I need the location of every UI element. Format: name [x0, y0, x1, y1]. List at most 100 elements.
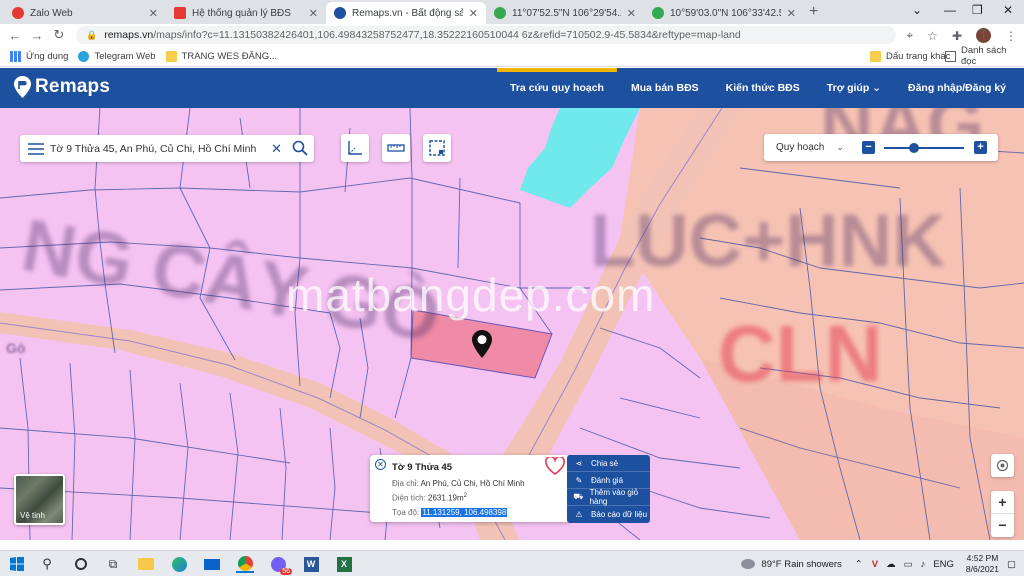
- tab-remaps[interactable]: Remaps.vn - Bất động sản thật ✕: [326, 2, 486, 24]
- windows-start-icon[interactable]: [8, 555, 26, 573]
- onedrive-icon[interactable]: ☁: [886, 559, 896, 570]
- minimize-icon[interactable]: —: [944, 3, 956, 17]
- tab-title: 10°59'03.0"N 106°33'42.5"E - Go: [670, 7, 781, 19]
- map-canvas[interactable]: NG CÂY GÒ LUC+HNK NAG CLN Gò matbangdep.…: [0, 108, 1024, 540]
- reading-list-icon: [945, 50, 956, 62]
- star-icon[interactable]: ☆: [927, 29, 938, 43]
- search-icon[interactable]: ⚲: [38, 555, 56, 573]
- measure-distance-button[interactable]: [382, 134, 410, 162]
- edge-icon[interactable]: [170, 555, 188, 573]
- word-icon[interactable]: W: [302, 555, 320, 573]
- bookmark-telegram[interactable]: Telegram Web: [78, 50, 156, 62]
- close-icon[interactable]: ✕: [375, 459, 386, 470]
- measure-area-button[interactable]: [423, 134, 451, 162]
- address-bar[interactable]: 🔒 remaps.vn/maps/info?c=11.1315038242640…: [76, 26, 896, 44]
- close-window-icon[interactable]: ✕: [1003, 3, 1013, 17]
- map-marker-icon[interactable]: [472, 330, 492, 358]
- chevron-down-icon[interactable]: ⌄: [836, 142, 844, 153]
- nav-label: Mua bán BĐS: [630, 82, 699, 94]
- forward-icon[interactable]: →: [26, 28, 48, 43]
- avatar[interactable]: T: [976, 28, 991, 43]
- network-icon[interactable]: ▭: [904, 559, 913, 570]
- tab-google-maps-1[interactable]: 11°07'52.5"N 106°29'54.2"E - Go ✕: [486, 2, 644, 24]
- opacity-slider-track[interactable]: [884, 147, 964, 149]
- tab-he-thong[interactable]: Hệ thống quản lý BĐS ✕: [166, 2, 326, 24]
- bookmark-label: TRANG WES ĐĂNG...: [181, 50, 278, 62]
- close-icon[interactable]: ✕: [149, 7, 158, 20]
- action-label: Báo cáo dữ liệu: [591, 510, 648, 519]
- report-data-button[interactable]: ⚠ Báo cáo dữ liệu: [567, 506, 650, 523]
- zoom-in-button[interactable]: +: [974, 141, 987, 154]
- mail-icon[interactable]: [203, 555, 221, 573]
- excel-icon[interactable]: X: [335, 555, 353, 573]
- share-button[interactable]: ⋖ Chia sẻ: [567, 455, 650, 472]
- add-to-cart-button[interactable]: ⛟ Thêm vào giỏ hàng: [567, 488, 650, 506]
- clear-search-icon[interactable]: ✕: [271, 141, 282, 157]
- browser-toolbar: ← → ↻ 🔒 remaps.vn/maps/info?c=11.1315038…: [0, 24, 1024, 46]
- extensions-icon[interactable]: ✚: [952, 29, 962, 43]
- map-pin-logo-icon: [14, 76, 31, 98]
- map-zoom-in-button[interactable]: +: [991, 491, 1014, 514]
- remaps-logo[interactable]: Remaps: [14, 76, 110, 98]
- bookmark-other[interactable]: Dấu trang khác: [870, 50, 951, 62]
- nav-tra-cuu-quy-hoach[interactable]: Tra cứu quy hoạch: [497, 68, 617, 108]
- tab-google-maps-2[interactable]: 10°59'03.0"N 106°33'42.5"E - Go ✕: [644, 2, 804, 24]
- opacity-slider-handle[interactable]: [909, 143, 919, 153]
- telegram-icon: [78, 50, 90, 62]
- cortana-icon[interactable]: [72, 555, 90, 573]
- vietkey-icon[interactable]: V: [872, 559, 878, 570]
- task-view-icon[interactable]: ⧉: [104, 555, 122, 573]
- restore-icon[interactable]: ❐: [972, 3, 983, 17]
- chrome-icon[interactable]: [236, 555, 254, 573]
- measure-axis-button[interactable]: [341, 134, 369, 162]
- chevron-up-icon[interactable]: ⌃: [855, 559, 863, 570]
- viber-icon[interactable]: 56: [269, 555, 292, 575]
- tab-search-icon[interactable]: ⌄: [912, 3, 922, 17]
- hamburger-menu-icon[interactable]: [28, 142, 44, 155]
- nav-tro-giup[interactable]: Trợ giúp ⌄: [827, 68, 881, 108]
- address-path: /maps/info?c=11.13150382426401,106.49843…: [153, 29, 741, 41]
- new-tab-icon[interactable]: +: [809, 3, 818, 21]
- bookmark-apps[interactable]: Ứng dụng: [10, 50, 68, 62]
- coord-value[interactable]: 11.131259, 106.498398: [421, 508, 508, 517]
- bookmark-trang-wes[interactable]: TRANG WES ĐĂNG...: [165, 50, 278, 62]
- search-icon[interactable]: [292, 140, 308, 156]
- zalo-icon: [12, 7, 24, 19]
- reload-icon[interactable]: ↻: [48, 27, 70, 43]
- tab-zalo[interactable]: Zalo Web ✕: [4, 2, 166, 24]
- clock[interactable]: 4:52 PM 8/6/2021: [966, 553, 999, 575]
- close-icon[interactable]: ✕: [469, 7, 478, 20]
- layer-select[interactable]: Quy hoạch: [776, 142, 824, 153]
- weather-text[interactable]: 89°F Rain showers: [761, 559, 841, 570]
- location-icon[interactable]: ⌖: [906, 28, 913, 43]
- back-icon[interactable]: ←: [4, 28, 26, 43]
- heart-icon[interactable]: [545, 457, 565, 475]
- satellite-toggle[interactable]: Vệ tinh: [14, 474, 65, 525]
- language-indicator[interactable]: ENG: [933, 559, 954, 570]
- parcel-coordinates: Tọa độ: 11.131259, 106.498398: [392, 508, 508, 517]
- tab-title: Hệ thống quản lý BĐS: [192, 7, 291, 19]
- notifications-icon[interactable]: ▢: [1007, 559, 1016, 570]
- map-zoom-out-button[interactable]: −: [991, 514, 1014, 537]
- bookmark-label: Dấu trang khác: [886, 50, 951, 62]
- my-location-button[interactable]: [991, 454, 1014, 477]
- area-icon: [429, 140, 445, 156]
- action-label: Chia sẻ: [591, 458, 619, 468]
- nav-kien-thuc-bds[interactable]: Kiến thức BĐS: [726, 68, 800, 108]
- rate-button[interactable]: ✎ Đánh giá: [567, 472, 650, 489]
- file-explorer-icon[interactable]: [137, 555, 155, 573]
- close-icon[interactable]: ✕: [787, 7, 796, 20]
- weather-icon: [741, 559, 756, 569]
- reading-list[interactable]: Danh sách đọc: [945, 45, 1024, 67]
- close-icon[interactable]: ✕: [627, 7, 636, 20]
- nav-mua-ban-bds[interactable]: Mua bán BĐS: [631, 68, 699, 108]
- browser-tab-strip: Zalo Web ✕ Hệ thống quản lý BĐS ✕ Remaps…: [0, 0, 1024, 24]
- volume-icon[interactable]: ♪: [921, 559, 926, 570]
- kebab-menu-icon[interactable]: ⋮: [1005, 29, 1017, 43]
- nav-login-register[interactable]: Đăng nhập/Đăng ký: [908, 68, 1006, 108]
- close-icon[interactable]: ✕: [309, 7, 318, 20]
- search-input[interactable]: Tờ 9 Thửa 45, An Phú, Củ Chi, Hồ Chí Min…: [50, 143, 256, 155]
- parcel-info-popup: ✕ Tờ 9 Thửa 45 Địa chỉ: An Phú, Củ Chi, …: [370, 455, 570, 522]
- zoom-out-button[interactable]: −: [862, 141, 875, 154]
- watermark: matbangdep.com: [286, 269, 656, 321]
